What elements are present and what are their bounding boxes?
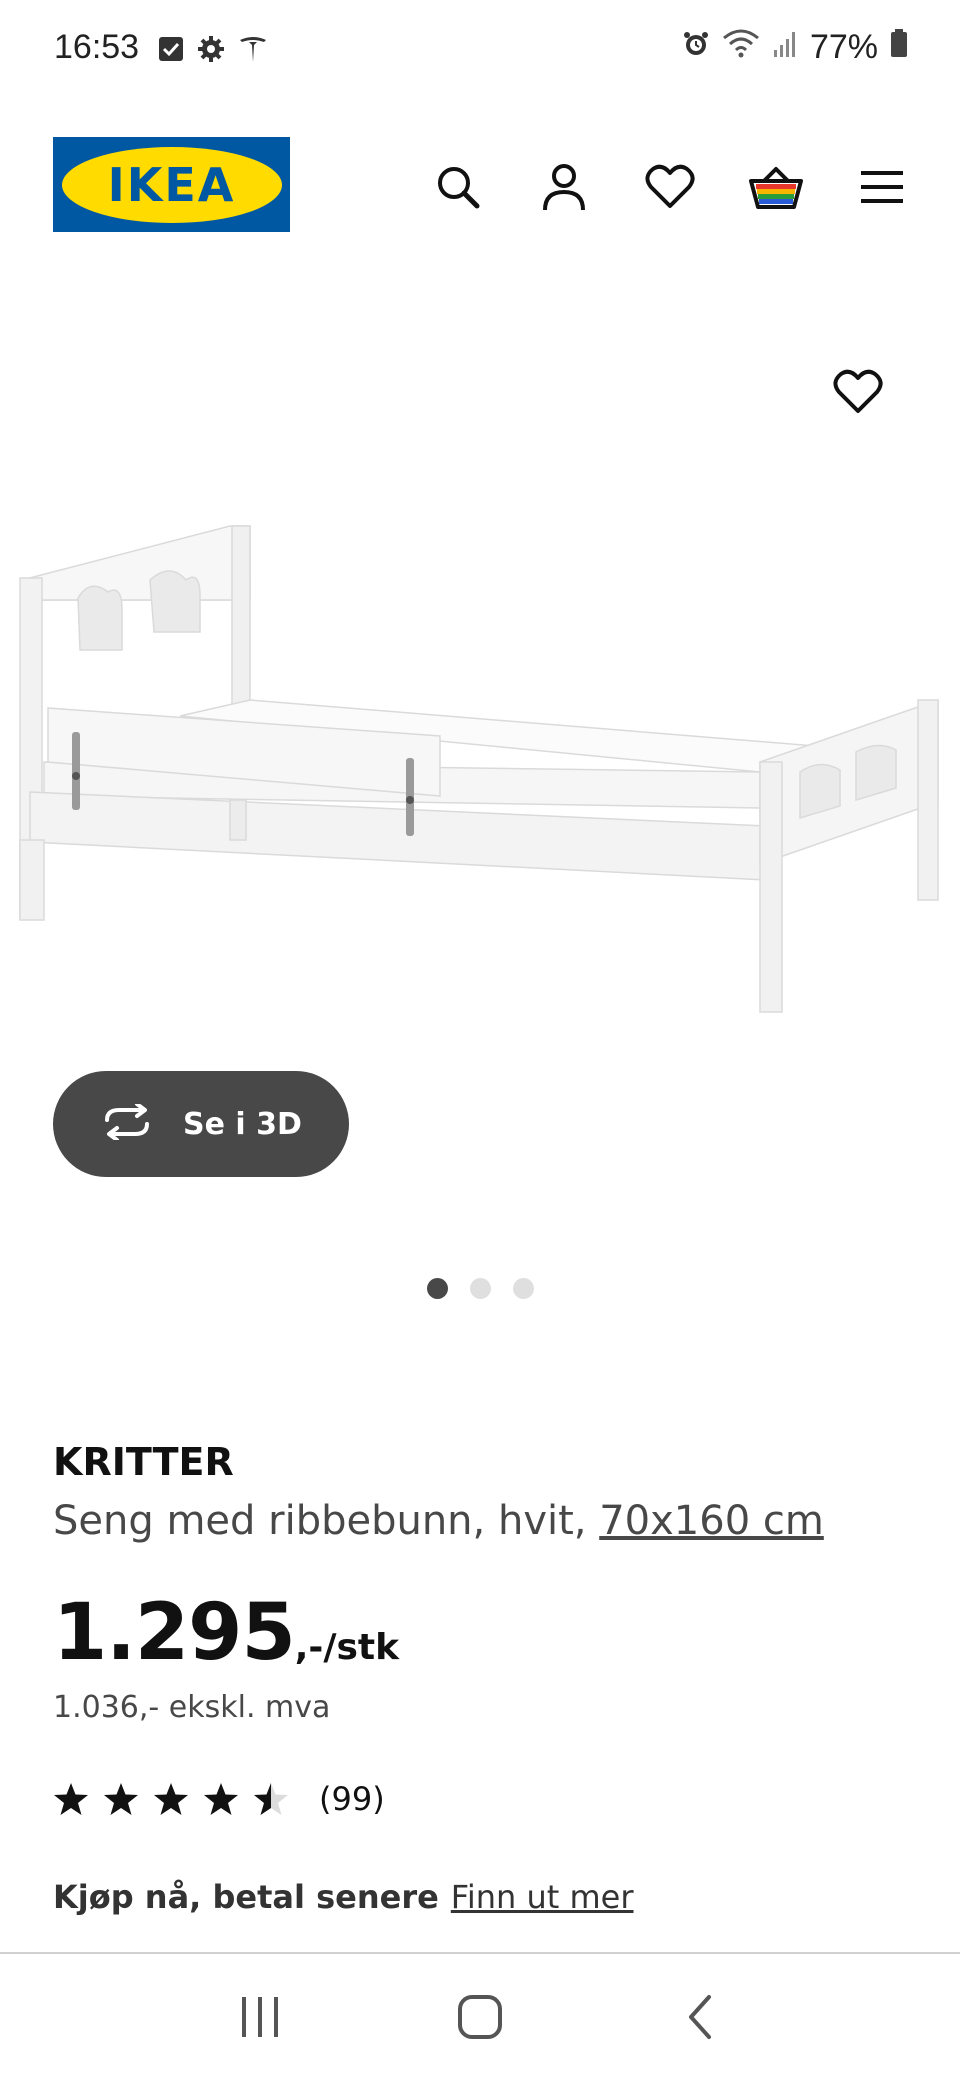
rotate-3d-icon (99, 1101, 155, 1145)
battery-icon (890, 28, 908, 67)
price-suffix: ,-/stk (294, 1627, 400, 1668)
product-info: KRITTER Seng med ribbebunn, hvit, 70x160… (53, 1440, 913, 1544)
home-icon[interactable] (440, 1977, 520, 2057)
back-icon[interactable] (660, 1977, 740, 2057)
star-icon (204, 1783, 238, 1815)
gallery-dot-3[interactable] (512, 1278, 534, 1299)
heart-icon[interactable] (642, 159, 698, 215)
product-description: Seng med ribbebunn, hvit, 70x160 cm (53, 1498, 913, 1544)
rating-stars (53, 1782, 289, 1816)
menu-icon[interactable] (854, 159, 910, 215)
logo-text: IKEA (107, 157, 236, 212)
star-icon (154, 1783, 188, 1815)
product-size-link[interactable]: 70x160 cm (599, 1498, 824, 1544)
rating-count: (99) (319, 1780, 385, 1818)
system-nav-bar (0, 1954, 960, 2080)
pay-later-label: Kjøp nå, betal senere (53, 1878, 439, 1916)
ikea-logo[interactable]: IKEA (53, 137, 290, 232)
tesla-icon (238, 34, 268, 69)
product-image-bed (19, 525, 939, 1013)
gallery-dot-2[interactable] (469, 1278, 491, 1299)
site-header: IKEA (0, 104, 960, 264)
rating[interactable]: (99) (53, 1780, 385, 1818)
basket-icon[interactable] (748, 159, 804, 215)
price-amount: 1.295 (53, 1588, 296, 1678)
star-icon (54, 1783, 88, 1815)
view-3d-button[interactable]: Se i 3D (53, 1071, 349, 1177)
user-icon[interactable] (536, 159, 592, 215)
pay-later-link[interactable]: Finn ut mer (451, 1878, 634, 1916)
star-icon (104, 1783, 138, 1815)
price: 1.295 ,-/stk (53, 1588, 399, 1678)
alarm-icon (682, 28, 710, 67)
product-name: KRITTER (53, 1440, 234, 1484)
pay-later: Kjøp nå, betal senere Finn ut mer (53, 1878, 634, 1916)
status-time: 16:53 (54, 28, 140, 66)
battery-percent: 77% (809, 28, 878, 66)
wifi-icon (722, 28, 760, 67)
settings-gear-icon (196, 34, 226, 69)
status-right: 77% (682, 28, 908, 67)
recent-apps-icon[interactable] (220, 1977, 300, 2057)
product-gallery[interactable]: Se i 3D (0, 300, 960, 1340)
half-star-icon (254, 1783, 288, 1815)
gallery-pagination (0, 1278, 960, 1299)
product-description-text: Seng med ribbebunn, hvit, (53, 1498, 587, 1544)
header-actions (430, 159, 910, 215)
signal-icon (772, 28, 798, 67)
view-3d-label: Se i 3D (183, 1106, 302, 1142)
checkbox-notification-icon (158, 36, 184, 67)
price-ex-vat: 1.036,- ekskl. mva (53, 1690, 331, 1725)
status-notification-icons (158, 34, 268, 69)
favorite-heart-icon[interactable] (826, 360, 890, 424)
status-bar: 16:53 77% (0, 0, 960, 104)
gallery-dot-1[interactable] (426, 1278, 448, 1299)
search-icon[interactable] (430, 159, 486, 215)
